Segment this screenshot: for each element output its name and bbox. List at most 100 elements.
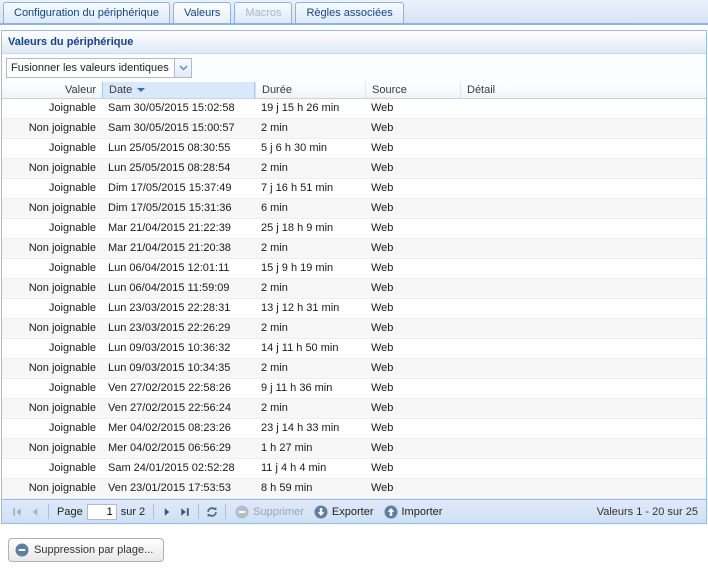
first-page-button[interactable] [8, 503, 26, 521]
importer-button[interactable]: Importer [384, 505, 443, 519]
cell-detail [460, 419, 706, 438]
column-header-date[interactable]: Date [102, 82, 255, 98]
cell-source: Web [365, 399, 460, 418]
cell-valeur: Non joignable [2, 199, 102, 218]
cell-valeur: Non joignable [2, 359, 102, 378]
cell-date: Ven 27/02/2015 22:58:26 [102, 379, 255, 398]
importer-label: Importer [402, 506, 443, 518]
table-row[interactable]: JoignableVen 27/02/2015 22:58:269 j 11 h… [2, 379, 706, 399]
panel-header: Valeurs du périphérique [2, 31, 706, 54]
cell-source: Web [365, 479, 460, 498]
cell-date: Mar 21/04/2015 21:22:39 [102, 219, 255, 238]
cell-source: Web [365, 239, 460, 258]
cell-duree: 2 min [255, 399, 365, 418]
cell-detail [460, 459, 706, 478]
last-page-button[interactable] [176, 503, 194, 521]
cell-valeur: Joignable [2, 379, 102, 398]
tab-regles-associees[interactable]: Règles associées [295, 2, 403, 23]
filter-toolbar [2, 54, 706, 82]
cell-date: Lun 25/05/2015 08:30:55 [102, 139, 255, 158]
cell-source: Web [365, 439, 460, 458]
column-header-detail[interactable]: Détail [460, 82, 706, 98]
cell-duree: 25 j 18 h 9 min [255, 219, 365, 238]
table-row[interactable]: Non joignableMer 04/02/2015 06:56:291 h … [2, 439, 706, 459]
cell-detail [460, 119, 706, 138]
next-page-button[interactable] [158, 503, 176, 521]
tab-valeurs[interactable]: Valeurs [173, 2, 231, 23]
cell-valeur: Joignable [2, 139, 102, 158]
column-header-duree[interactable]: Durée [255, 82, 365, 98]
toolbar-separator [225, 504, 226, 519]
cell-source: Web [365, 259, 460, 278]
table-row[interactable]: Non joignableVen 23/01/2015 17:53:538 h … [2, 479, 706, 499]
toolbar-separator [198, 504, 199, 519]
cell-date: Lun 23/03/2015 22:26:29 [102, 319, 255, 338]
table-row[interactable]: JoignableMar 21/04/2015 21:22:3925 j 18 … [2, 219, 706, 239]
cell-source: Web [365, 99, 460, 118]
cell-valeur: Joignable [2, 259, 102, 278]
prev-page-button[interactable] [26, 503, 44, 521]
table-row[interactable]: JoignableSam 24/01/2015 02:52:2811 j 4 h… [2, 459, 706, 479]
page-of-label: sur 2 [121, 506, 145, 518]
merge-values-combobox-input[interactable] [6, 58, 174, 78]
column-header-source[interactable]: Source [365, 82, 460, 98]
cell-source: Web [365, 199, 460, 218]
supprimer-button[interactable]: Supprimer [235, 505, 304, 519]
cell-duree: 2 min [255, 119, 365, 138]
minus-circle-icon [235, 505, 249, 519]
table-row[interactable]: JoignableLun 09/03/2015 10:36:3214 j 11 … [2, 339, 706, 359]
table-row[interactable]: Non joignableLun 06/04/2015 11:59:092 mi… [2, 279, 706, 299]
prev-page-icon [29, 506, 41, 518]
cell-source: Web [365, 299, 460, 318]
cell-date: Mer 04/02/2015 08:23:26 [102, 419, 255, 438]
cell-source: Web [365, 319, 460, 338]
range-delete-button[interactable]: Suppression par plage... [8, 538, 164, 562]
exporter-button[interactable]: Exporter [314, 505, 374, 519]
cell-duree: 2 min [255, 159, 365, 178]
cell-detail [460, 179, 706, 198]
tab-macros[interactable]: Macros [234, 2, 292, 23]
table-row[interactable]: Non joignableDim 17/05/2015 15:31:366 mi… [2, 199, 706, 219]
cell-valeur: Non joignable [2, 159, 102, 178]
page-number-input[interactable] [87, 504, 117, 520]
cell-duree: 2 min [255, 279, 365, 298]
cell-duree: 1 h 27 min [255, 439, 365, 458]
cell-duree: 13 j 12 h 31 min [255, 299, 365, 318]
table-row[interactable]: JoignableSam 30/05/2015 15:02:5819 j 15 … [2, 99, 706, 119]
tab-configuration-du-peripherique[interactable]: Configuration du périphérique [3, 2, 170, 23]
cell-detail [460, 479, 706, 498]
cell-valeur: Non joignable [2, 439, 102, 458]
table-row[interactable]: Non joignableSam 30/05/2015 15:00:572 mi… [2, 119, 706, 139]
tab-bar: Configuration du périphérique Valeurs Ma… [0, 0, 708, 25]
export-down-arrow-icon [314, 505, 328, 519]
table-header-row: Valeur Date Durée Source Détail [2, 82, 706, 99]
cell-date: Lun 06/04/2015 12:01:11 [102, 259, 255, 278]
cell-source: Web [365, 119, 460, 138]
table-row[interactable]: Non joignableLun 09/03/2015 10:34:352 mi… [2, 359, 706, 379]
toolbar-separator [153, 504, 154, 519]
cell-valeur: Joignable [2, 339, 102, 358]
cell-detail [460, 199, 706, 218]
table-row[interactable]: Non joignableMar 21/04/2015 21:20:382 mi… [2, 239, 706, 259]
table-row[interactable]: Non joignableVen 27/02/2015 22:56:242 mi… [2, 399, 706, 419]
column-header-valeur[interactable]: Valeur [2, 82, 102, 98]
combobox-trigger-button[interactable] [174, 58, 192, 78]
records-summary: Valeurs 1 - 20 sur 25 [597, 506, 698, 518]
panel-title: Valeurs du périphérique [8, 36, 133, 48]
table-row[interactable]: JoignableLun 25/05/2015 08:30:555 j 6 h … [2, 139, 706, 159]
table-row[interactable]: Non joignableLun 25/05/2015 08:28:542 mi… [2, 159, 706, 179]
table-row[interactable]: JoignableMer 04/02/2015 08:23:2623 j 14 … [2, 419, 706, 439]
refresh-button[interactable] [203, 503, 221, 521]
cell-source: Web [365, 219, 460, 238]
table-row[interactable]: Non joignableLun 23/03/2015 22:26:292 mi… [2, 319, 706, 339]
table-row[interactable]: JoignableLun 06/04/2015 12:01:1115 j 9 h… [2, 259, 706, 279]
cell-duree: 2 min [255, 319, 365, 338]
cell-duree: 19 j 15 h 26 min [255, 99, 365, 118]
table-row[interactable]: JoignableDim 17/05/2015 15:37:497 j 16 h… [2, 179, 706, 199]
cell-date: Lun 23/03/2015 22:28:31 [102, 299, 255, 318]
cell-detail [460, 359, 706, 378]
table-row[interactable]: JoignableLun 23/03/2015 22:28:3113 j 12 … [2, 299, 706, 319]
cell-date: Mar 21/04/2015 21:20:38 [102, 239, 255, 258]
import-up-arrow-icon [384, 505, 398, 519]
footer-area: Suppression par plage... [0, 524, 708, 562]
